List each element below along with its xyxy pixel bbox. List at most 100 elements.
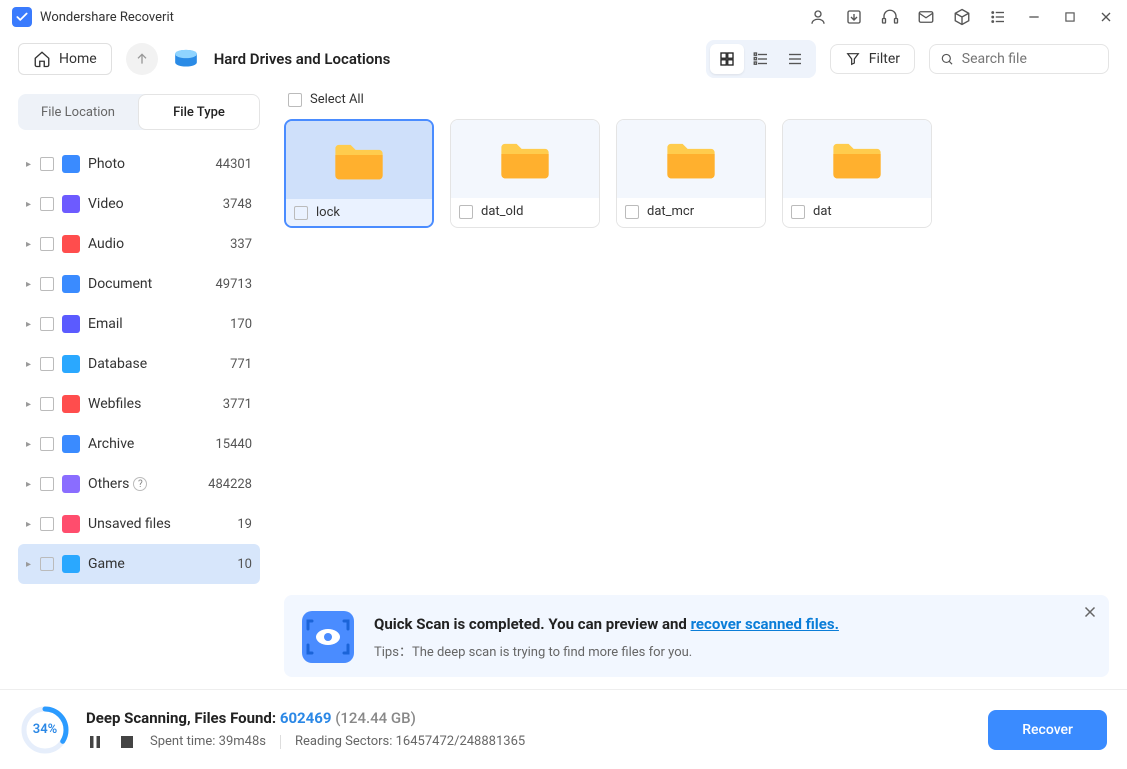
recover-files-link[interactable]: recover scanned files. (691, 615, 839, 633)
category-item-archive[interactable]: ▸Archive15440 (18, 424, 260, 464)
support-icon[interactable] (881, 8, 899, 26)
notice-tip: Tips：The deep scan is trying to find mor… (374, 641, 1091, 660)
close-icon[interactable] (1097, 8, 1115, 26)
category-count: 49713 (215, 277, 252, 292)
category-checkbox[interactable] (40, 517, 54, 531)
category-checkbox[interactable] (40, 317, 54, 331)
chevron-right-icon[interactable]: ▸ (26, 359, 34, 370)
tile-checkbox[interactable] (625, 205, 639, 219)
category-item-database[interactable]: ▸Database771 (18, 344, 260, 384)
minimize-icon[interactable] (1025, 8, 1043, 26)
chevron-right-icon[interactable]: ▸ (26, 279, 34, 290)
chevron-right-icon[interactable]: ▸ (26, 519, 34, 530)
help-icon[interactable]: ? (133, 477, 147, 491)
category-checkbox[interactable] (40, 437, 54, 451)
tile-label: lock (316, 205, 340, 220)
chevron-right-icon[interactable]: ▸ (26, 439, 34, 450)
pause-icon[interactable] (86, 733, 104, 751)
category-checkbox[interactable] (40, 197, 54, 211)
mail-icon[interactable] (917, 8, 935, 26)
scan-eye-icon (302, 611, 354, 663)
select-all-label: Select All (310, 92, 364, 107)
category-item-unsaved-files[interactable]: ▸Unsaved files19 (18, 504, 260, 544)
category-icon (62, 395, 80, 413)
category-item-document[interactable]: ▸Document49713 (18, 264, 260, 304)
category-label: Video (88, 196, 124, 212)
view-switcher (706, 40, 816, 78)
account-icon[interactable] (809, 8, 827, 26)
category-item-video[interactable]: ▸Video3748 (18, 184, 260, 224)
category-label: Audio (88, 236, 124, 252)
reading-sectors: Reading Sectors: 16457472/248881365 (295, 734, 525, 749)
category-checkbox[interactable] (40, 157, 54, 171)
folder-tile-lock[interactable]: lock (284, 119, 434, 228)
stop-icon[interactable] (118, 733, 136, 751)
folder-tile-dat_old[interactable]: dat_old (450, 119, 600, 228)
recover-button[interactable]: Recover (988, 710, 1107, 750)
footer: 34% Deep Scanning, Files Found: 602469 (… (0, 689, 1127, 769)
folder-icon (451, 120, 599, 198)
view-detail-button[interactable] (744, 44, 778, 74)
tile-label: dat (813, 204, 832, 219)
search-input[interactable] (962, 51, 1098, 67)
maximize-icon[interactable] (1061, 8, 1079, 26)
tile-checkbox[interactable] (791, 205, 805, 219)
category-icon (62, 515, 80, 533)
chevron-right-icon[interactable]: ▸ (26, 319, 34, 330)
home-button[interactable]: Home (18, 43, 112, 75)
chevron-right-icon[interactable]: ▸ (26, 239, 34, 250)
filter-label: Filter (869, 51, 900, 67)
chevron-right-icon[interactable]: ▸ (26, 159, 34, 170)
chevron-right-icon[interactable]: ▸ (26, 479, 34, 490)
category-item-photo[interactable]: ▸Photo44301 (18, 144, 260, 184)
folder-tile-dat[interactable]: dat (782, 119, 932, 228)
tab-file-location[interactable]: File Location (18, 94, 138, 130)
app-logo (12, 7, 32, 27)
category-count: 10 (237, 557, 252, 572)
scan-details: Spent time: 39m48s Reading Sectors: 1645… (86, 733, 525, 751)
category-icon (62, 555, 80, 573)
category-label: Webfiles (88, 396, 141, 412)
chevron-right-icon[interactable]: ▸ (26, 559, 34, 570)
tile-label: dat_mcr (647, 204, 694, 219)
cube-icon[interactable] (953, 8, 971, 26)
category-item-others[interactable]: ▸Others?484228 (18, 464, 260, 504)
filter-button[interactable]: Filter (830, 44, 915, 74)
content-area: Select All lock dat_old dat_mcr dat Quick S… (272, 84, 1127, 689)
category-item-game[interactable]: ▸ Game 10 (18, 544, 260, 584)
view-list-button[interactable] (778, 44, 812, 74)
category-item-audio[interactable]: ▸ Audio 337 (18, 224, 260, 264)
notice-close-icon[interactable] (1081, 603, 1099, 625)
menu-list-icon[interactable] (989, 8, 1007, 26)
view-grid-button[interactable] (710, 44, 744, 74)
up-button[interactable] (126, 43, 158, 75)
folder-tile-dat_mcr[interactable]: dat_mcr (616, 119, 766, 228)
export-icon[interactable] (845, 8, 863, 26)
category-checkbox[interactable] (40, 397, 54, 411)
tab-file-type[interactable]: File Type (138, 94, 260, 130)
category-count: 170 (230, 317, 252, 332)
category-checkbox[interactable] (40, 357, 54, 371)
app-title: Wondershare Recoverit (40, 10, 174, 25)
select-all-checkbox[interactable] (288, 93, 302, 107)
category-checkbox[interactable] (40, 277, 54, 291)
select-all-row[interactable]: Select All (288, 92, 1109, 107)
category-checkbox[interactable] (40, 477, 54, 491)
category-icon (62, 435, 80, 453)
chevron-right-icon[interactable]: ▸ (26, 199, 34, 210)
chevron-right-icon[interactable]: ▸ (26, 399, 34, 410)
category-checkbox[interactable] (40, 237, 54, 251)
breadcrumb[interactable]: Hard Drives and Locations (214, 50, 391, 68)
category-label: Archive (88, 436, 134, 452)
notice-title: Quick Scan is completed. You can preview… (374, 615, 1091, 633)
category-checkbox[interactable] (40, 557, 54, 571)
tile-checkbox[interactable] (294, 206, 308, 220)
search-box[interactable] (929, 44, 1109, 74)
tile-checkbox[interactable] (459, 205, 473, 219)
category-count: 44301 (215, 157, 252, 172)
category-label: Game (88, 556, 125, 572)
divider (280, 735, 281, 749)
category-item-email[interactable]: ▸Email170 (18, 304, 260, 344)
category-count: 337 (230, 237, 252, 252)
category-item-webfiles[interactable]: ▸Webfiles3771 (18, 384, 260, 424)
